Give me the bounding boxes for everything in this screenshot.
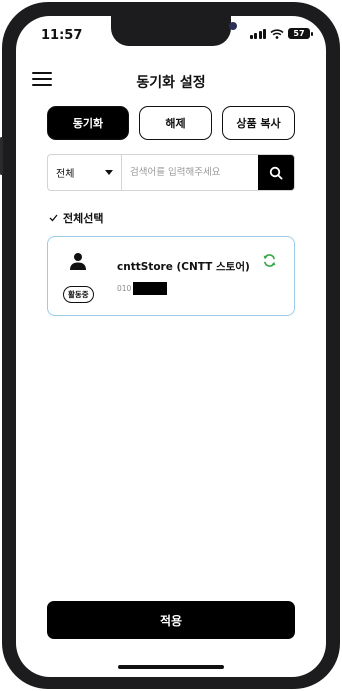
page-title: 동기화 설정 <box>136 75 206 91</box>
phone-frame: 11:57 57 동기화 설정 동기화 해제 상품 복사 전체 검색어를 입력해… <box>0 2 340 689</box>
segment-control: 동기화 해제 상품 복사 <box>47 106 295 140</box>
status-time: 11:57 <box>41 28 83 43</box>
search-icon <box>269 166 283 180</box>
select-all-label: 전체선택 <box>63 212 104 225</box>
store-card[interactable]: 활동중 cnttStore (CNTT 스토어) 010 <box>47 236 295 316</box>
filter-select[interactable]: 전체 <box>48 155 122 190</box>
signal-icon <box>249 28 266 39</box>
tab-release[interactable]: 해제 <box>139 106 212 140</box>
redacted-block <box>133 282 168 295</box>
notch <box>111 16 237 46</box>
battery-level: 57 <box>293 29 305 38</box>
caret-down-icon <box>105 170 113 175</box>
battery-icon: 57 <box>288 28 313 39</box>
status-badge: 활동중 <box>63 286 94 303</box>
status-icons: 57 <box>249 28 313 39</box>
search-input[interactable] <box>122 155 258 190</box>
person-icon <box>70 253 86 270</box>
wifi-icon <box>270 28 284 39</box>
tab-copy-product[interactable]: 상품 복사 <box>222 106 295 140</box>
phone-prefix: 010 <box>117 284 132 293</box>
search-button[interactable] <box>258 155 294 190</box>
search-bar: 전체 <box>47 154 295 191</box>
header: 동기화 설정 <box>16 66 326 96</box>
store-phone: 010 <box>117 282 168 295</box>
tab-sync[interactable]: 동기화 <box>47 106 129 140</box>
filter-select-value: 전체 <box>56 169 75 180</box>
store-name: cnttStore (CNTT 스토어) <box>117 261 250 273</box>
app-screen: 11:57 57 동기화 설정 동기화 해제 상품 복사 전체 검색어를 입력해… <box>16 16 326 677</box>
select-all[interactable]: 전체선택 <box>49 210 103 226</box>
camera-icon <box>229 22 237 30</box>
home-indicator <box>118 665 224 669</box>
sync-icon[interactable] <box>262 253 277 268</box>
check-icon <box>49 214 58 222</box>
apply-button[interactable]: 적용 <box>47 601 295 639</box>
